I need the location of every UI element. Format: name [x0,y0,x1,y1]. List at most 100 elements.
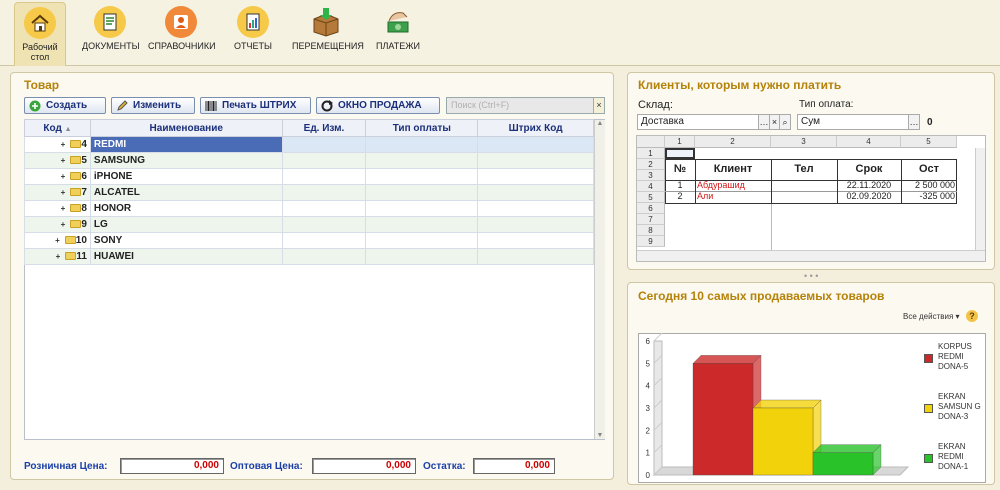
row-code: +8 [24,200,91,217]
splitter-handle[interactable]: • • • [804,271,818,281]
row-barcode [477,184,594,201]
folder-icon [70,220,82,229]
sheet-col-header[interactable]: 4 [837,136,901,148]
row-name: REDMI [89,136,283,153]
sheet-row-header[interactable]: 3 [637,170,665,181]
bar-top [812,444,882,453]
paytype-select-button[interactable]: … [908,114,920,130]
col-barcode[interactable]: Штрих Код [477,119,594,137]
col-paytype[interactable]: Тип оплаты [365,119,479,137]
table-row[interactable]: +6 iPHONE [24,168,594,185]
sheet-row-header[interactable]: 1 [637,148,665,159]
expand-icon[interactable]: + [52,236,60,245]
expand-icon[interactable]: + [52,252,61,261]
table-row-empty [25,409,594,425]
sheet-col-header[interactable]: 5 [901,136,957,148]
row-name: HONOR [89,200,283,217]
bar-top [692,355,762,364]
nav-transfers[interactable]: ПЕРЕМЕЩЕНИЯ [292,6,364,51]
warehouse-field[interactable]: Доставка [637,114,759,130]
table-row[interactable]: +9 LG [24,216,594,233]
sheet-hscroll[interactable] [637,250,985,261]
row-code: +9 [24,216,91,233]
table-row[interactable]: +11 HUAWEI [24,248,594,265]
table-row[interactable]: +7 ALCATEL [24,184,594,201]
client-row-balance: -325 000 [919,191,955,201]
client-row-client: Али [697,191,714,201]
help-icon[interactable]: ? [966,310,978,322]
table-row[interactable]: +4 REDMI [24,136,594,153]
products-scrollbar[interactable]: ▲ ▼ [594,120,605,439]
row-paytype [365,168,479,185]
row-unit [281,184,367,201]
row-barcode [477,248,594,265]
y-tick-label: 3 [646,404,651,413]
nav-catalogs[interactable]: СПРАВОЧНИКИ [148,6,216,51]
stock-field: 0,000 [473,458,555,474]
edit-button[interactable]: Изменить [111,97,195,114]
sheet-row-header[interactable]: 9 [637,236,665,247]
row-code: +5 [24,152,91,169]
reports-icon [237,6,269,38]
expand-icon[interactable]: + [57,156,66,165]
nav-payments[interactable]: ПЛАТЕЖИ [372,6,424,51]
sheet-row-header[interactable]: 5 [637,192,665,203]
col-code[interactable]: Код ▲ [24,119,91,137]
barcode-icon [204,99,217,112]
expand-icon[interactable]: + [57,204,66,213]
create-button[interactable]: Создать [24,97,106,114]
paytype-extra-value: 0 [927,117,933,128]
row-paytype [365,232,479,249]
sheet-row-header[interactable]: 2 [637,159,665,170]
row-unit [281,168,367,185]
sales-window-button[interactable]: ОКНО ПРОДАЖА [316,97,440,114]
row-name: SAMSUNG [89,152,283,169]
search-input[interactable]: Поиск (Ctrl+F) × [446,97,605,114]
sheet-row-header[interactable]: 6 [637,203,665,214]
sheet-row-header[interactable]: 4 [637,181,665,192]
row-code: +7 [24,184,91,201]
nav-desktop[interactable]: Рабочий стол [14,2,66,66]
y-tick-label: 1 [646,449,651,458]
table-row-empty [25,313,594,329]
table-row[interactable]: +5 SAMSUNG [24,152,594,169]
col-unit[interactable]: Ед. Изм. [281,119,367,137]
wholesale-price-field: 0,000 [312,458,416,474]
table-row[interactable]: +10 SONY [24,232,594,249]
top-navigation: Рабочий стол ДОКУМЕНТЫ СПРАВОЧНИКИ ОТЧЕТ… [0,0,1000,66]
expand-icon[interactable]: + [57,140,66,149]
sheet-vscroll[interactable] [975,148,985,250]
sheet-col-header[interactable]: 3 [771,136,837,148]
folder-icon [70,140,82,149]
warehouse-search-icon[interactable]: ⌕ [779,114,791,130]
wholesale-price-label: Оптовая Цена: [230,461,303,472]
expand-icon[interactable]: + [57,220,66,229]
sheet-selected-cell[interactable] [665,148,695,159]
all-actions-menu[interactable]: Все действия ▾ [903,312,960,321]
legend-swatch [924,404,933,413]
y-tick-label: 6 [646,337,651,346]
expand-icon[interactable]: + [57,172,66,181]
nav-documents[interactable]: ДОКУМЕНТЫ [82,6,140,51]
expand-icon[interactable]: + [57,188,66,197]
paytype-label: Тип оплата: [799,99,854,110]
nav-desktop-label: Рабочий стол [22,42,58,62]
row-name: iPHONE [89,168,283,185]
table-row-empty [25,297,594,313]
table-row-empty [25,361,594,377]
row-code: +4 [24,136,91,153]
sheet-col-header[interactable]: 2 [695,136,771,148]
row-name: LG [89,216,283,233]
bar [752,407,814,476]
sheet-col-header[interactable]: 1 [665,136,695,148]
print-barcode-button[interactable]: Печать ШТРИХ [200,97,311,114]
sheet-row-header[interactable]: 8 [637,225,665,236]
clear-search-icon[interactable]: × [593,98,604,113]
table-row[interactable]: +8 HONOR [24,200,594,217]
pencil-icon [115,99,128,112]
sheet-row-header[interactable]: 7 [637,214,665,225]
y-tick-label: 2 [646,426,651,435]
paytype-field[interactable]: Сум [797,114,909,130]
col-name[interactable]: Наименование [89,119,283,137]
nav-reports[interactable]: ОТЧЕТЫ [230,6,276,51]
